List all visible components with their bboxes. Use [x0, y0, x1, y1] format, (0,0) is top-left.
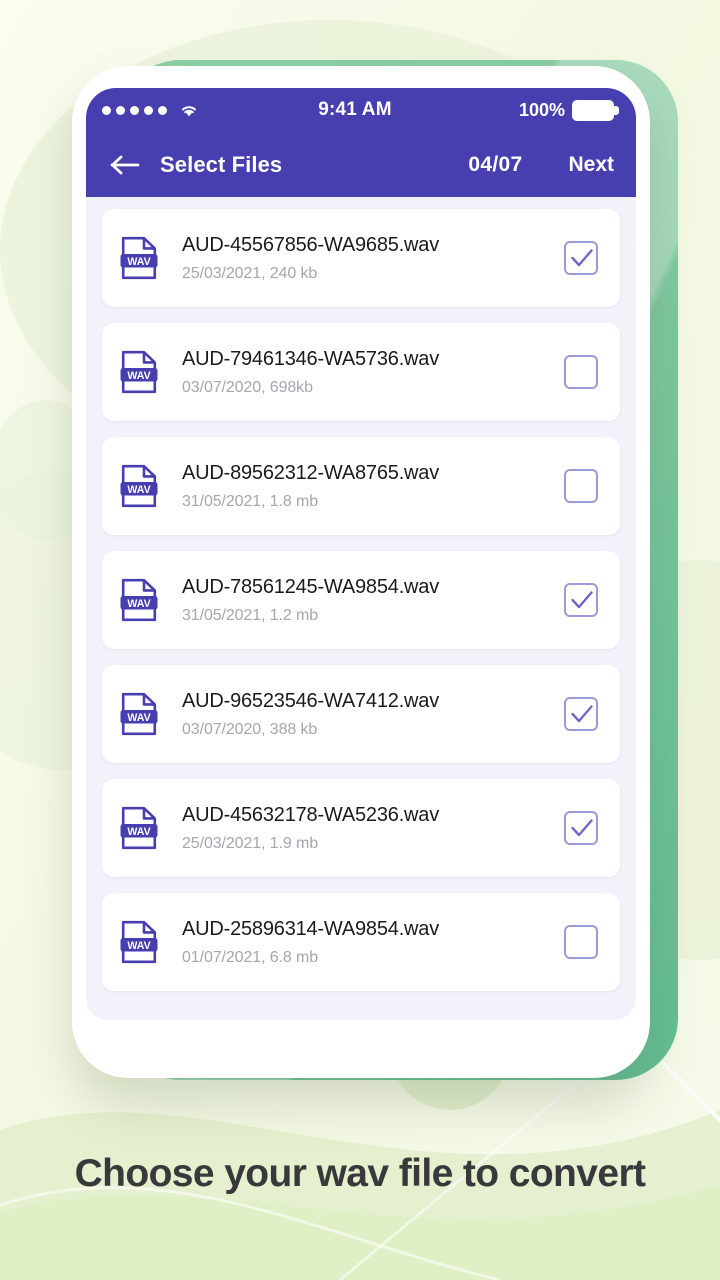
- svg-text:WAV: WAV: [127, 484, 150, 496]
- check-icon: [571, 591, 593, 609]
- file-info: AUD-45567856-WA9685.wav 25/03/2021, 240 …: [182, 234, 564, 283]
- file-checkbox[interactable]: [564, 811, 598, 845]
- check-icon: [571, 819, 593, 837]
- file-meta: 31/05/2021, 1.2 mb: [182, 606, 319, 624]
- status-bar-time: 9:41 AM: [318, 99, 392, 120]
- file-checkbox[interactable]: [564, 697, 598, 731]
- svg-text:WAV: WAV: [127, 256, 150, 268]
- file-name: AUD-25896314-WA9854.wav: [182, 917, 440, 940]
- file-list-item[interactable]: WAV AUD-45567856-WA9685.wav 25/03/2021, …: [102, 209, 620, 307]
- back-arrow-icon[interactable]: [110, 154, 140, 176]
- promo-screenshot: 9:41 AM 100% Select Files 04/07 Next WAV…: [0, 0, 720, 1280]
- file-meta: 03/07/2020, 388 kb: [182, 720, 318, 738]
- phone-screen: 9:41 AM 100% Select Files 04/07 Next WAV…: [86, 88, 636, 1020]
- promo-caption: Choose your wav file to convert: [74, 1152, 646, 1195]
- wav-file-icon: WAV: [120, 920, 158, 964]
- file-info: AUD-25896314-WA9854.wav 01/07/2021, 6.8 …: [182, 918, 564, 967]
- status-bar-left: [102, 102, 199, 118]
- status-bar-right: 100%: [518, 99, 619, 121]
- file-checkbox[interactable]: [564, 925, 598, 959]
- file-checkbox[interactable]: [564, 583, 598, 617]
- svg-text:WAV: WAV: [127, 712, 150, 724]
- wav-file-icon: WAV: [120, 578, 158, 622]
- wav-file-icon: WAV: [120, 806, 158, 850]
- file-name: AUD-45567856-WA9685.wav: [182, 233, 440, 256]
- file-checkbox[interactable]: [564, 355, 598, 389]
- svg-text:WAV: WAV: [127, 370, 150, 382]
- file-list-item[interactable]: WAV AUD-79461346-WA5736.wav 03/07/2020, …: [102, 323, 620, 421]
- file-name: AUD-96523546-WA7412.wav: [182, 689, 440, 712]
- svg-text:WAV: WAV: [127, 826, 150, 838]
- file-info: AUD-78561245-WA9854.wav 31/05/2021, 1.2 …: [182, 576, 564, 625]
- file-meta: 25/03/2021, 1.9 mb: [182, 834, 319, 852]
- file-meta: 03/07/2020, 698kb: [182, 378, 313, 396]
- signal-dots-icon: [102, 105, 167, 115]
- file-checkbox[interactable]: [564, 241, 598, 275]
- check-icon: [571, 705, 593, 723]
- file-list[interactable]: WAV AUD-45567856-WA9685.wav 25/03/2021, …: [86, 197, 636, 1020]
- file-list-item[interactable]: WAV AUD-78561245-WA9854.wav 31/05/2021, …: [102, 551, 620, 649]
- wav-file-icon: WAV: [120, 692, 158, 736]
- wav-file-icon: WAV: [120, 464, 158, 508]
- svg-text:WAV: WAV: [127, 598, 150, 610]
- svg-text:WAV: WAV: [127, 940, 150, 952]
- app-bar: Select Files 04/07 Next: [86, 132, 636, 197]
- next-button[interactable]: Next: [568, 153, 614, 177]
- file-meta: 25/03/2021, 240 kb: [182, 264, 318, 282]
- battery-percent-label: 100%: [518, 99, 565, 120]
- wav-file-icon: WAV: [120, 236, 158, 280]
- file-name: AUD-89562312-WA8765.wav: [182, 461, 440, 484]
- battery-full-icon: [572, 99, 619, 121]
- file-list-item[interactable]: WAV AUD-45632178-WA5236.wav 25/03/2021, …: [102, 779, 620, 877]
- status-bar: 9:41 AM 100%: [86, 88, 636, 132]
- phone-frame: 9:41 AM 100% Select Files 04/07 Next WAV…: [72, 66, 650, 1078]
- file-info: AUD-45632178-WA5236.wav 25/03/2021, 1.9 …: [182, 804, 564, 853]
- file-meta: 01/07/2021, 6.8 mb: [182, 948, 319, 966]
- file-list-item[interactable]: WAV AUD-89562312-WA8765.wav 31/05/2021, …: [102, 437, 620, 535]
- file-info: AUD-96523546-WA7412.wav 03/07/2020, 388 …: [182, 690, 564, 739]
- file-info: AUD-79461346-WA5736.wav 03/07/2020, 698k…: [182, 348, 564, 397]
- wav-file-icon: WAV: [120, 350, 158, 394]
- check-icon: [571, 249, 593, 267]
- file-name: AUD-79461346-WA5736.wav: [182, 347, 440, 370]
- selection-counter: 04/07: [468, 152, 523, 176]
- file-name: AUD-78561245-WA9854.wav: [182, 575, 440, 598]
- file-checkbox[interactable]: [564, 469, 598, 503]
- file-list-item[interactable]: WAV AUD-96523546-WA7412.wav 03/07/2020, …: [102, 665, 620, 763]
- file-name: AUD-45632178-WA5236.wav: [182, 803, 440, 826]
- file-info: AUD-89562312-WA8765.wav 31/05/2021, 1.8 …: [182, 462, 564, 511]
- page-title: Select Files: [160, 151, 283, 177]
- file-list-item[interactable]: WAV AUD-25896314-WA9854.wav 01/07/2021, …: [102, 893, 620, 991]
- file-meta: 31/05/2021, 1.8 mb: [182, 492, 319, 510]
